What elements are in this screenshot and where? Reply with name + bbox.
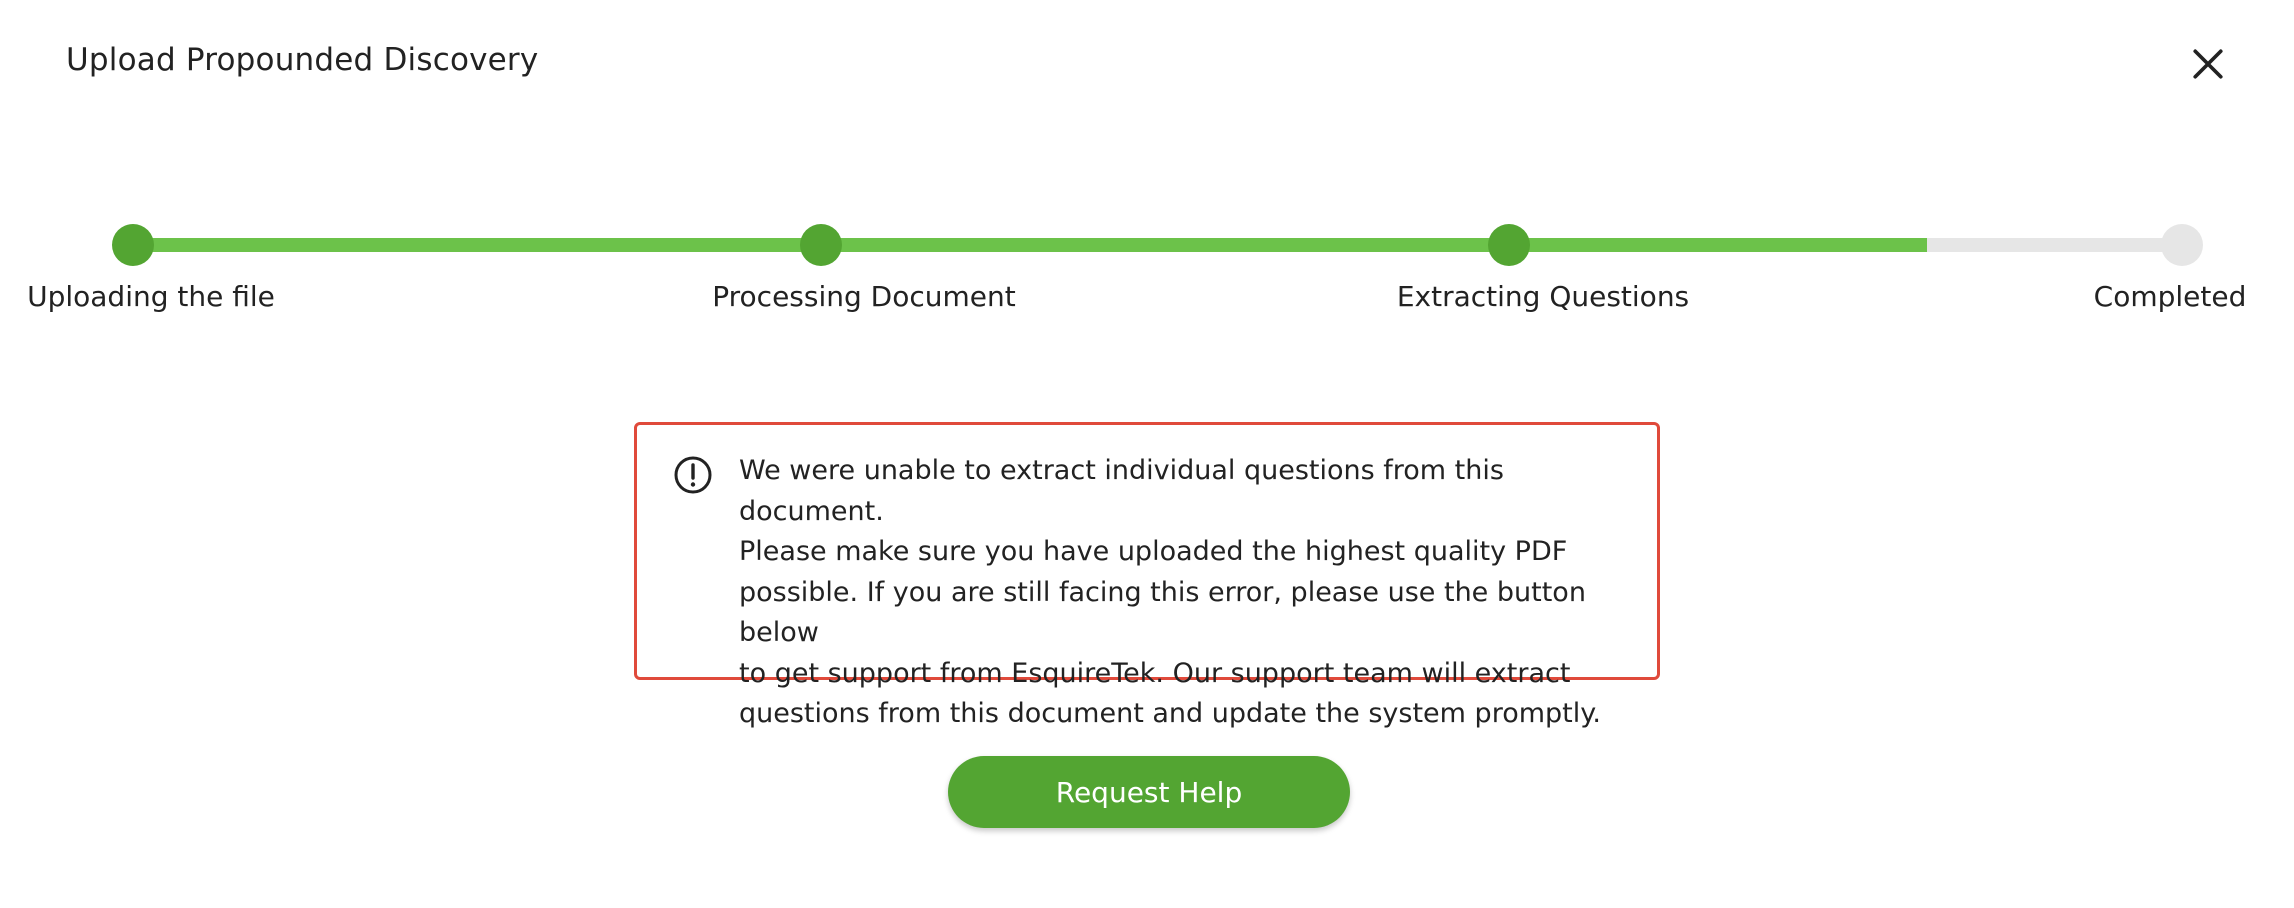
error-line: Please make sure you have uploaded the h… (739, 536, 1568, 567)
progress-stepper: Uploading the file Processing Document E… (0, 220, 2294, 340)
step-label-processing: Processing Document (712, 280, 1016, 313)
error-line: questions from this document and update … (739, 698, 1601, 729)
error-alert: We were unable to extract individual que… (634, 422, 1660, 729)
step-dot-processing (800, 224, 842, 266)
step-label-completed: Completed (2093, 280, 2247, 313)
progress-track-fill (133, 238, 1927, 252)
step-label-extracting: Extracting Questions (1396, 280, 1690, 313)
error-message: We were unable to extract individual que… (739, 451, 1639, 735)
step-dot-completed (2161, 224, 2203, 266)
upload-discovery-modal: Upload Propounded Discovery Uploading th… (0, 0, 2294, 908)
error-line: to get support from EsquireTek. Our supp… (739, 657, 1571, 689)
step-dot-extracting (1488, 224, 1530, 266)
alert-circle-icon (674, 456, 712, 494)
modal-title: Upload Propounded Discovery (66, 42, 539, 78)
step-dot-uploading (112, 224, 154, 266)
request-help-button[interactable]: Request Help (948, 756, 1350, 828)
step-label-uploading: Uploading the file (27, 280, 275, 313)
error-line: We were unable to extract individual que… (739, 455, 1504, 527)
close-icon (2193, 49, 2223, 79)
error-line: possible. If you are still facing this e… (739, 576, 1586, 649)
close-button[interactable] (2184, 40, 2232, 88)
